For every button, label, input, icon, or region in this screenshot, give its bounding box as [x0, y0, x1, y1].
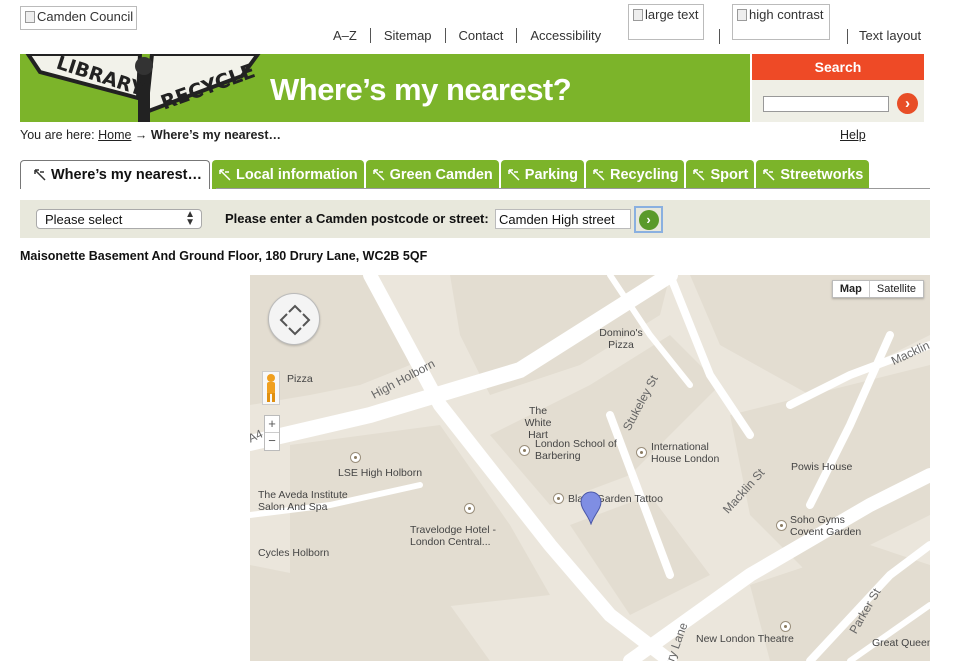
nav-accessibility-link[interactable]: Accessibility — [517, 28, 614, 43]
logo-alt-text: Camden Council — [37, 9, 134, 24]
place-label: Great Queen — [872, 637, 930, 649]
breadcrumb-prefix: You are here: — [20, 128, 95, 142]
poi-icon — [780, 621, 791, 632]
nav-a-z-link[interactable]: A–Z — [320, 28, 370, 43]
tab-divider — [216, 188, 930, 189]
tab-parking[interactable]: Parking — [500, 160, 584, 189]
select-value: Please select — [45, 212, 123, 227]
postcode-go-button[interactable]: › — [634, 206, 663, 233]
map-type-map-button[interactable]: Map — [833, 281, 870, 297]
broken-image-icon — [737, 9, 747, 21]
place-label: Powis House — [791, 461, 853, 473]
place-label: London School of Barbering — [535, 438, 617, 462]
poi-icon — [519, 445, 530, 456]
text-layout-link[interactable]: Text layout — [859, 28, 921, 43]
signpost-icon — [219, 168, 231, 181]
page-banner: LIBRARY RECYCLE Where’s my nearest? — [20, 54, 750, 122]
large-text-alt: large text — [645, 7, 699, 22]
map-type-satellite-button[interactable]: Satellite — [870, 281, 923, 297]
map-view[interactable]: High Holborn Stukeley St Macklin St Park… — [250, 275, 930, 661]
place-label: The White Hart — [524, 405, 552, 441]
poi-icon — [350, 452, 361, 463]
broken-image-icon — [633, 9, 643, 21]
search-go-button[interactable]: › — [897, 93, 918, 114]
breadcrumb-arrow: → — [134, 128, 148, 142]
map-type-control: Map Satellite — [831, 280, 924, 298]
tab-wheres-my-nearest[interactable]: Where’s my nearest… — [20, 160, 210, 189]
pan-control[interactable] — [268, 293, 320, 345]
utility-nav: A–Z Sitemap Contact Accessibility — [320, 28, 614, 43]
tab-bar: Where’s my nearest… Local information Gr… — [20, 160, 871, 189]
signpost-icon — [508, 168, 520, 181]
tab-label: Local information — [235, 166, 358, 183]
high-contrast-alt: high contrast — [749, 7, 824, 22]
place-label: Travelodge Hotel - London Central... — [410, 524, 496, 548]
nav-contact-link[interactable]: Contact — [446, 28, 517, 43]
location-marker-icon[interactable] — [580, 491, 602, 525]
chevron-right-icon: › — [905, 95, 910, 112]
site-search: Search › — [752, 54, 924, 122]
tab-label: Streetworks — [780, 166, 864, 183]
broken-image-icon — [25, 11, 35, 23]
place-label: International House London — [651, 441, 720, 465]
breadcrumb-current: Where’s my nearest… — [150, 128, 282, 142]
signpost-icon — [693, 168, 705, 181]
signpost-icon — [372, 168, 385, 181]
help-link[interactable]: Help — [840, 128, 866, 142]
category-select[interactable]: Please select ▲ ▼ — [36, 209, 202, 229]
tab-local-information[interactable]: Local information — [211, 160, 364, 189]
place-label: Domino's Pizza — [599, 327, 643, 351]
place-label: The Aveda Institute Salon And Spa — [258, 489, 348, 513]
tab-streetworks[interactable]: Streetworks — [756, 160, 870, 189]
breadcrumb: You are here: Home → Where’s my nearest… — [20, 128, 281, 142]
zoom-control: + − — [264, 415, 280, 451]
select-arrows-icon: ▲ ▼ — [185, 209, 195, 228]
zoom-in-button[interactable]: + — [265, 416, 279, 433]
poi-icon — [464, 503, 475, 514]
tab-label: Recycling — [609, 166, 679, 183]
signpost-icon — [763, 168, 775, 181]
signpost-icon — [34, 169, 46, 181]
zoom-out-button[interactable]: − — [265, 433, 279, 450]
tab-sport[interactable]: Sport — [686, 160, 755, 189]
high-contrast-button[interactable]: high contrast — [732, 4, 830, 40]
divider — [847, 29, 848, 44]
search-heading: Search — [752, 54, 924, 80]
large-text-button[interactable]: large text — [628, 4, 704, 40]
breadcrumb-home-link[interactable]: Home — [98, 128, 131, 142]
place-label: Pizza — [287, 373, 313, 385]
tab-label: Parking — [524, 166, 578, 183]
camden-council-logo[interactable]: Camden Council — [20, 6, 137, 30]
selected-address: Maisonette Basement And Ground Floor, 18… — [20, 249, 428, 263]
postcode-label: Please enter a Camden postcode or street… — [225, 211, 489, 226]
tab-label: Where’s my nearest… — [51, 167, 202, 183]
signpost-icon — [593, 168, 605, 181]
street-view-pegman-icon[interactable] — [262, 371, 280, 405]
search-input[interactable] — [763, 96, 889, 112]
poi-icon — [776, 520, 787, 531]
place-label: Soho Gyms Covent Garden — [790, 514, 862, 538]
place-label: Cycles Holborn — [258, 547, 330, 559]
tab-label: Sport — [710, 166, 749, 183]
tab-label: Green Camden — [389, 166, 493, 183]
location-filter: Please select ▲ ▼ Please enter a Camden p… — [20, 200, 930, 238]
page-title: Where’s my nearest? — [270, 72, 572, 107]
postcode-input[interactable] — [495, 209, 631, 229]
pan-arrows-icon — [279, 304, 311, 336]
signpost-illustration: LIBRARY RECYCLE — [20, 54, 270, 122]
place-label: New London Theatre — [696, 633, 794, 645]
poi-icon — [553, 493, 564, 504]
tab-green-camden[interactable]: Green Camden — [365, 160, 499, 189]
place-label: LSE High Holborn — [338, 467, 423, 479]
nav-sitemap-link[interactable]: Sitemap — [371, 28, 445, 43]
poi-icon — [636, 447, 647, 458]
chevron-right-icon: › — [638, 209, 659, 230]
tab-recycling[interactable]: Recycling — [585, 160, 685, 189]
divider — [719, 29, 720, 44]
